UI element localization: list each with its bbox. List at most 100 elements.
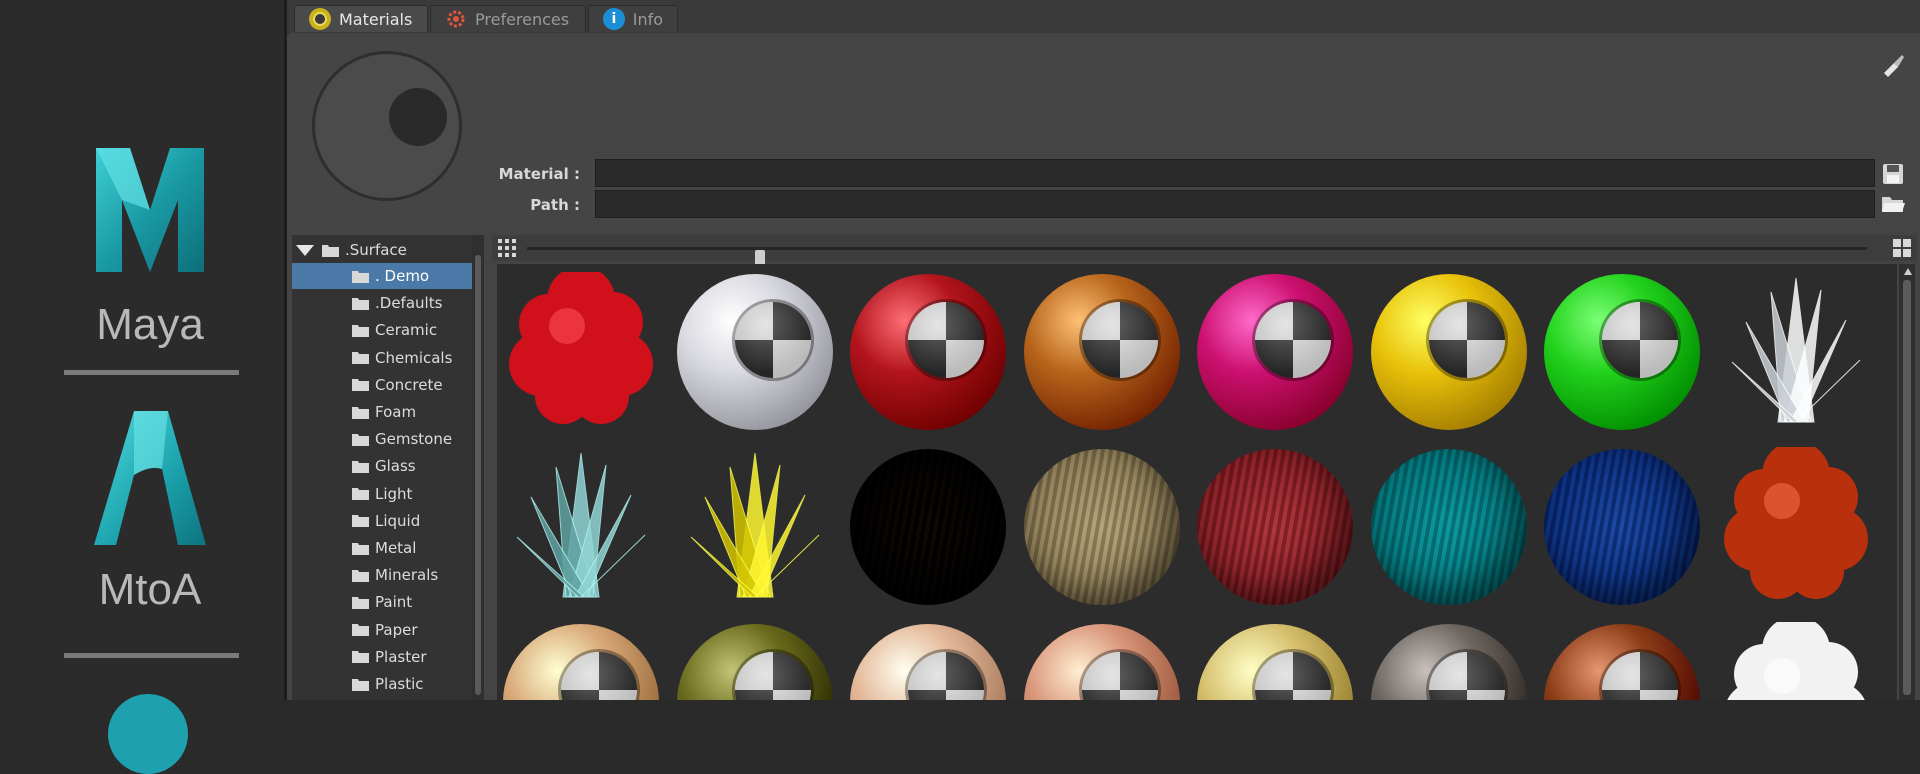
scroll-up-arrow-icon[interactable] (1904, 268, 1912, 275)
mtoa-label: MtoA (98, 565, 202, 614)
checker-ball-icon (1602, 652, 1678, 700)
tree-scroll-thumb[interactable] (475, 255, 481, 695)
info-icon: i (603, 8, 625, 30)
material-sphere (1370, 274, 1527, 430)
grid-scrollbar[interactable] (1899, 264, 1915, 700)
folder-open-icon[interactable] (1880, 191, 1906, 217)
checker-ball-icon (1428, 302, 1505, 378)
checker-ball-icon (1255, 652, 1331, 700)
checker-ball-icon (908, 302, 984, 378)
material-sphere (1544, 274, 1700, 430)
material-thumbnail-gold-metal[interactable] (1195, 622, 1355, 700)
material-thumbnail-clear-crystal[interactable] (1716, 272, 1876, 432)
material-thumbnail-copper-metallic[interactable] (1022, 272, 1182, 432)
material-thumbnail-orange-coral[interactable] (1716, 447, 1876, 607)
tree-item[interactable]: Paint (292, 589, 472, 615)
path-field[interactable] (595, 190, 1875, 218)
small-grid-icon[interactable] (497, 238, 517, 262)
path-label: Path : (530, 196, 580, 214)
material-thumbnail-chrome-glass[interactable] (675, 272, 835, 432)
material-preview (312, 51, 462, 201)
material-thumbnail-red-coral[interactable] (501, 272, 661, 432)
tree-item[interactable]: Glass (292, 453, 472, 479)
tree-item[interactable]: Plastic (292, 671, 472, 697)
brush-clean-icon[interactable] (1880, 53, 1906, 79)
large-grid-icon[interactable] (1892, 238, 1912, 262)
material-thumbnail-blue-fur[interactable] (1542, 447, 1702, 607)
thumbnail-size-slider[interactable] (527, 247, 1867, 270)
material-thumbnail-cyan-fur[interactable] (1369, 447, 1529, 607)
blob-shape (1726, 622, 1865, 700)
tree-root[interactable]: .Surface (296, 237, 407, 263)
material-thumbnail-dark-fur[interactable] (848, 447, 1008, 607)
checker-ball-icon (1081, 302, 1158, 378)
tree-item-label: Gemstone (375, 430, 453, 449)
folder-icon (352, 488, 369, 501)
tree-item-label: Paper (375, 620, 418, 639)
folder-icon (352, 678, 369, 691)
tree-item[interactable]: Paper (292, 617, 472, 643)
material-grid (497, 264, 1897, 700)
tree-item[interactable]: Metal (292, 535, 472, 561)
material-sphere (1197, 624, 1353, 700)
material-thumbnail-pink-fur[interactable] (1195, 447, 1355, 607)
checker-ball-icon (908, 652, 984, 700)
tree-item[interactable]: .Defaults (292, 290, 472, 316)
tab-materials[interactable]: Materials (294, 5, 428, 32)
tree-root-label: .Surface (345, 241, 407, 259)
crystal-shape (1731, 277, 1860, 423)
tree-item[interactable]: Minerals (292, 562, 472, 588)
material-thumbnail-peach-satin[interactable] (848, 622, 1008, 700)
material-thumbnail-brown-clay[interactable] (1542, 622, 1702, 700)
material-sphere (1544, 624, 1700, 700)
material-thumbnail-yellow-crystal[interactable] (675, 447, 835, 607)
tree-item[interactable]: Concrete (292, 372, 472, 398)
tree-item[interactable]: Ceramic (292, 317, 472, 343)
tree-item[interactable]: . Demo (292, 263, 472, 289)
mtoa-logo (62, 405, 238, 554)
material-thumbnail-white-foam[interactable] (1716, 622, 1876, 700)
fur-sphere (1370, 449, 1527, 605)
tab-label: Materials (339, 9, 413, 29)
tab-preferences[interactable]: Preferences (430, 5, 586, 32)
folder-icon (352, 433, 369, 446)
tree-item[interactable]: Gemstone (292, 426, 472, 452)
material-thumbnail-gold-satin[interactable] (501, 622, 661, 700)
material-thumbnail-magenta-metallic[interactable] (1195, 272, 1355, 432)
folder-icon (352, 515, 369, 528)
material-thumbnail-cream-fur[interactable] (1022, 447, 1182, 607)
tab-info[interactable]: i Info (588, 5, 678, 32)
tree-item-label: . Demo (375, 267, 430, 285)
folder-icon (322, 244, 339, 257)
preview-eye (389, 88, 447, 146)
tree-item[interactable]: Foam (292, 399, 472, 425)
tree-item-label: Liquid (375, 511, 421, 530)
tree-scrollbar[interactable] (472, 235, 484, 700)
tree-item-label: Foam (375, 403, 417, 421)
material-sphere (1197, 274, 1353, 430)
material-header: Material : Path : (290, 33, 1920, 228)
material-thumbnail-green-plastic[interactable] (1542, 272, 1702, 432)
tree-item-label: Light (375, 484, 413, 503)
brand-divider-2 (64, 653, 239, 658)
tree-item[interactable]: Plaster (292, 644, 472, 670)
save-icon[interactable] (1880, 161, 1906, 187)
material-sphere (503, 624, 659, 700)
folder-icon (352, 324, 369, 337)
material-thumbnail-dark-steel[interactable] (1369, 622, 1529, 700)
material-thumbnail-teal-crystal[interactable] (501, 447, 661, 607)
material-thumbnail-yellow-plastic[interactable] (1369, 272, 1529, 432)
material-thumbnail-rose-gold[interactable] (1022, 622, 1182, 700)
expand-arrow-icon[interactable] (296, 244, 314, 256)
tree-item-label: Paint (375, 593, 413, 612)
fur-sphere (1544, 449, 1700, 605)
tree-item[interactable]: Liquid (292, 508, 472, 534)
material-thumbnail-red-metallic[interactable] (848, 272, 1008, 432)
tree-item[interactable]: Chemicals (292, 345, 472, 371)
material-thumbnail-olive-metal[interactable] (675, 622, 835, 700)
checker-ball-icon (1081, 652, 1158, 700)
material-field[interactable] (595, 159, 1875, 187)
grid-scroll-thumb[interactable] (1903, 280, 1911, 695)
tree-item[interactable]: Light (292, 481, 472, 507)
crystal-shape (516, 452, 646, 598)
